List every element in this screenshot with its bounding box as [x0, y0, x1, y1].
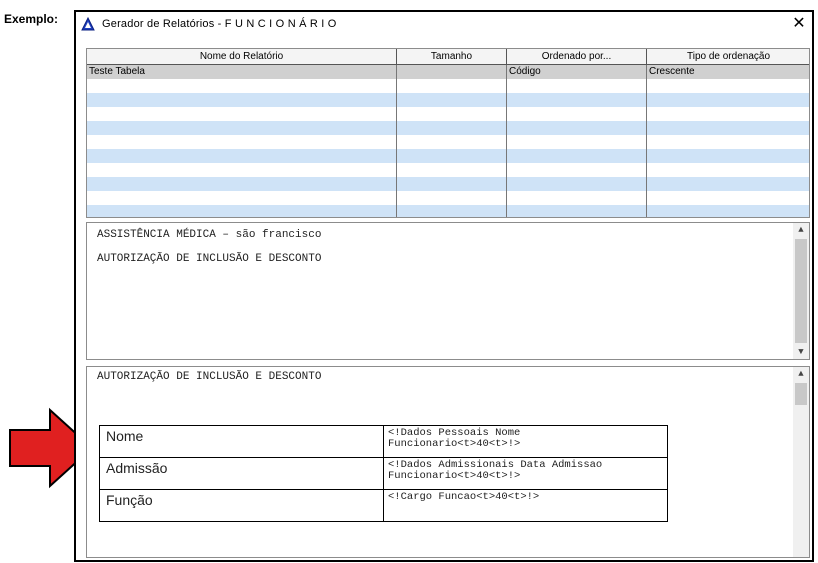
field-label-function: Função	[99, 489, 384, 522]
table-row-empty[interactable]	[87, 79, 809, 93]
field-label-admission: Admissão	[99, 457, 384, 490]
table-row-empty[interactable]	[87, 135, 809, 149]
value-line: <!Cargo Funcao<t>40<t>!>	[388, 491, 540, 503]
column-header-report-name[interactable]: Nome do Relatório	[87, 49, 397, 65]
field-label-name: Nome	[99, 425, 384, 458]
header-line-2: AUTORIZAÇÃO DE INCLUSÃO E DESCONTO	[97, 253, 322, 265]
table-row-empty[interactable]	[87, 107, 809, 121]
scroll-thumb[interactable]	[795, 239, 807, 343]
table-row-empty[interactable]	[87, 205, 809, 217]
report-grid: Nome do Relatório Tamanho Ordenado por..…	[86, 48, 810, 218]
cell-size	[397, 65, 507, 79]
table-row: Nome <!Dados Pessoais Nome Funcionario<t>…	[99, 425, 668, 458]
header-line-1: ASSISTÊNCIA MÉDICA – são francisco	[97, 229, 322, 241]
scroll-down-icon[interactable]: ▼	[793, 345, 809, 359]
field-value-admission: <!Dados Admissionais Data Admissao Funcio…	[383, 457, 668, 490]
table-row-empty[interactable]	[87, 177, 809, 191]
report-generator-window: Gerador de Relatórios - F U N C I O N Á …	[74, 10, 814, 562]
header-text-editor[interactable]: ASSISTÊNCIA MÉDICA – são francisco AUTOR…	[86, 222, 810, 360]
column-header-sort-type[interactable]: Tipo de ordenação	[647, 49, 809, 65]
field-value-name: <!Dados Pessoais Nome Funcionario<t>40<t>…	[383, 425, 668, 458]
example-caption: Exemplo:	[4, 12, 59, 26]
window-client: Nome do Relatório Tamanho Ordenado por..…	[86, 48, 812, 558]
table-row: Admissão <!Dados Admissionais Data Admis…	[99, 457, 668, 490]
value-line: Funcionario<t>40<t>!>	[388, 438, 521, 450]
title-bar: Gerador de Relatórios - F U N C I O N Á …	[76, 12, 812, 38]
cell-sort-type: Crescente	[647, 65, 809, 79]
body-text-editor[interactable]: AUTORIZAÇÃO DE INCLUSÃO E DESCONTO Nome …	[86, 366, 810, 558]
column-header-size[interactable]: Tamanho	[397, 49, 507, 65]
table-row-empty[interactable]	[87, 93, 809, 107]
close-button[interactable]: ✕	[790, 14, 808, 34]
scroll-up-icon[interactable]: ▲	[793, 367, 809, 381]
grid-header: Nome do Relatório Tamanho Ordenado por..…	[87, 49, 809, 65]
table-row-empty[interactable]	[87, 121, 809, 135]
scroll-up-icon[interactable]: ▲	[793, 223, 809, 237]
cell-sorted-by: Código	[507, 65, 647, 79]
triangle-app-icon	[81, 16, 95, 31]
field-value-function: <!Cargo Funcao<t>40<t>!>	[383, 489, 668, 522]
window-title: Gerador de Relatórios - F U N C I O N Á …	[102, 18, 337, 30]
body-heading: AUTORIZAÇÃO DE INCLUSÃO E DESCONTO	[97, 371, 322, 383]
table-row-empty[interactable]	[87, 163, 809, 177]
value-line: Funcionario<t>40<t>!>	[388, 470, 521, 482]
scroll-thumb[interactable]	[795, 383, 807, 405]
cell-report-name: Teste Tabela	[87, 65, 397, 79]
table-row-empty[interactable]	[87, 191, 809, 205]
employee-field-table: Nome <!Dados Pessoais Nome Funcionario<t>…	[99, 425, 668, 522]
column-header-sorted-by[interactable]: Ordenado por...	[507, 49, 647, 65]
header-scrollbar[interactable]: ▲ ▼	[793, 223, 809, 359]
table-row-empty[interactable]	[87, 149, 809, 163]
body-scrollbar[interactable]: ▲	[793, 367, 809, 557]
table-row: Função <!Cargo Funcao<t>40<t>!>	[99, 489, 668, 522]
table-row[interactable]: Teste Tabela Código Crescente	[87, 65, 809, 79]
